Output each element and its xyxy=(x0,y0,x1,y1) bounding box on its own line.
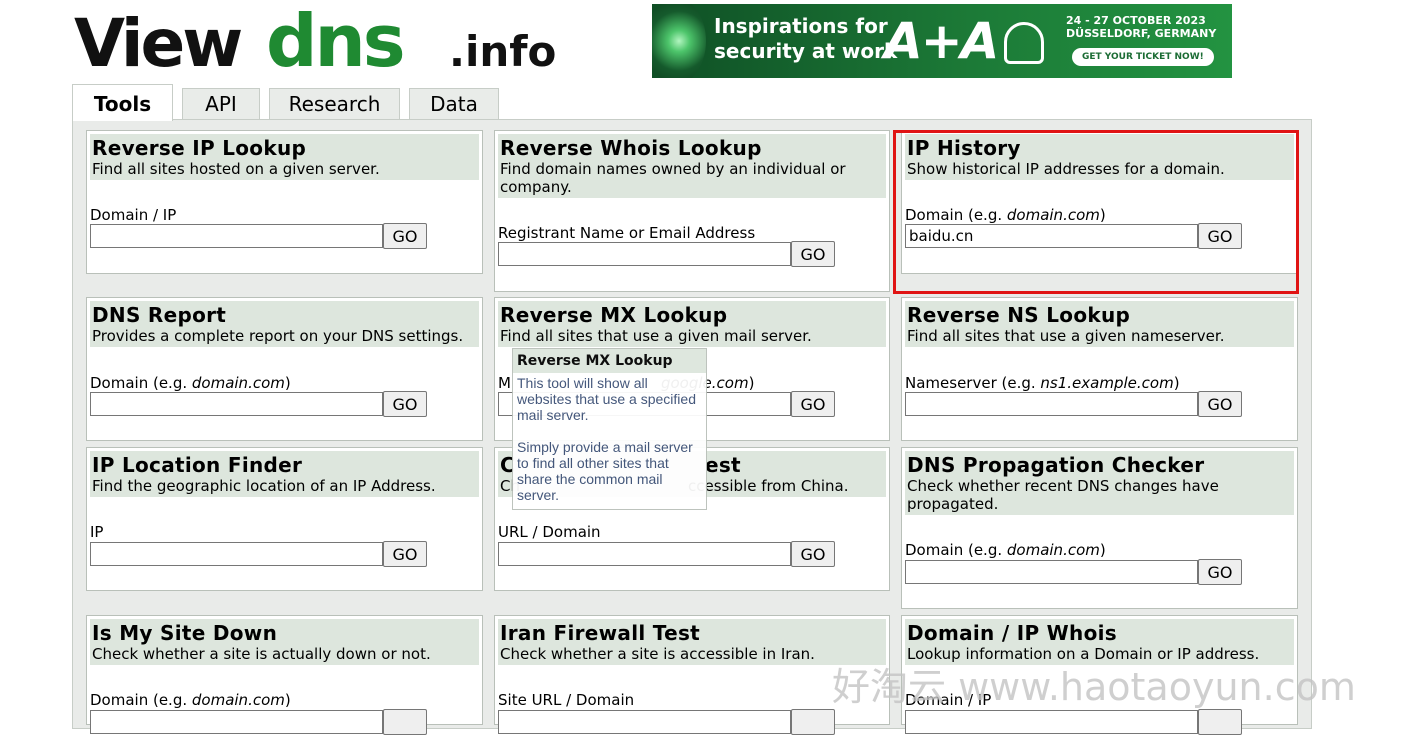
card-title: IP History xyxy=(907,136,1021,160)
ip-input[interactable] xyxy=(90,542,383,566)
card-title: Iran Firewall Test xyxy=(500,621,701,645)
field-label: Registrant Name or Email Address xyxy=(498,224,756,242)
card-domain-ip-whois: Domain / IP Whois Lookup information on … xyxy=(901,615,1298,735)
go-button[interactable]: GO xyxy=(1198,391,1242,417)
card-header: Reverse MX Lookup Find all sites that us… xyxy=(498,301,886,347)
card-description: Find the geographic location of an IP Ad… xyxy=(92,477,436,495)
go-button[interactable]: GO xyxy=(791,391,835,417)
go-button[interactable]: GO xyxy=(791,541,835,567)
card-description: Check whether a site is actually down or… xyxy=(92,645,431,663)
registrant-input[interactable] xyxy=(498,242,791,266)
card-title: Reverse NS Lookup xyxy=(907,303,1131,327)
ad-date-line2: DÜSSELDORF, GERMANY xyxy=(1066,27,1217,40)
logo-dns-text: dns xyxy=(266,8,403,78)
card-dns-report: DNS Report Provides a complete report on… xyxy=(86,297,483,441)
card-title: Reverse IP Lookup xyxy=(92,136,307,160)
card-header: Reverse NS Lookup Find all sites that us… xyxy=(905,301,1294,347)
field-label: Domain / IP xyxy=(90,206,177,224)
domain-input[interactable] xyxy=(905,224,1198,248)
ad-headline-line1: Inspirations for xyxy=(714,14,888,38)
ad-eye-graphic xyxy=(652,4,706,78)
tooltip-body: This tool will show all websites that us… xyxy=(513,373,706,521)
ad-face-icon xyxy=(1004,22,1044,64)
card-title: Is My Site Down xyxy=(92,621,278,645)
field-label: Domain (e.g. domain.com) xyxy=(90,374,291,392)
site-logo[interactable]: View dns .info xyxy=(74,0,574,83)
field-label: IP xyxy=(90,523,104,541)
field-label: URL / Domain xyxy=(498,523,601,541)
go-button[interactable]: GO xyxy=(383,391,427,417)
card-header: Is My Site Down Check whether a site is … xyxy=(90,619,479,665)
field-label: Nameserver (e.g. ns1.example.com) xyxy=(905,374,1180,392)
go-button[interactable]: GO xyxy=(791,241,835,267)
viewdns-logo-graphic: View dns .info xyxy=(74,0,556,83)
domain-ip-input[interactable] xyxy=(90,224,383,248)
tab-research[interactable]: Research xyxy=(269,88,400,120)
card-description: Check whether recent DNS changes have pr… xyxy=(907,477,1219,513)
card-header: IP Location Finder Find the geographic l… xyxy=(90,451,479,497)
field-label: Domain (e.g. domain.com) xyxy=(90,691,291,709)
card-reverse-ns-lookup: Reverse NS Lookup Find all sites that us… xyxy=(901,297,1298,441)
ad-ticket-button[interactable]: GET YOUR TICKET NOW! xyxy=(1072,48,1214,66)
card-ip-history: IP History Show historical IP addresses … xyxy=(901,130,1298,274)
card-reverse-ip-lookup: Reverse IP Lookup Find all sites hosted … xyxy=(86,130,483,274)
go-button[interactable] xyxy=(1198,709,1242,735)
domain-input[interactable] xyxy=(905,560,1198,584)
tooltip-paragraph: Simply provide a mail server to find all… xyxy=(517,439,693,503)
go-button[interactable]: GO xyxy=(383,541,427,567)
card-description: Find domain names owned by an individual… xyxy=(500,160,846,196)
card-header: Iran Firewall Test Check whether a site … xyxy=(498,619,886,665)
card-reverse-whois-lookup: Reverse Whois Lookup Find domain names o… xyxy=(494,130,890,292)
tab-data[interactable]: Data xyxy=(409,88,499,120)
ad-date: 24 - 27 OCTOBER 2023 DÜSSELDORF, GERMANY xyxy=(1066,14,1216,40)
tab-tools[interactable]: Tools xyxy=(72,84,173,121)
card-header: DNS Propagation Checker Check whether re… xyxy=(905,451,1294,515)
go-button[interactable]: GO xyxy=(383,223,427,249)
url-domain-input[interactable] xyxy=(498,542,791,566)
logo-view-text: View xyxy=(74,8,241,78)
card-title: Reverse MX Lookup xyxy=(500,303,728,327)
field-label: Domain (e.g. domain.com) xyxy=(905,206,1106,224)
go-button[interactable]: GO xyxy=(1198,223,1242,249)
tab-api[interactable]: API xyxy=(182,88,260,120)
card-header: IP History Show historical IP addresses … xyxy=(905,134,1294,180)
card-ip-location-finder: IP Location Finder Find the geographic l… xyxy=(86,447,483,591)
card-header: Domain / IP Whois Lookup information on … xyxy=(905,619,1294,665)
card-description: Find all sites hosted on a given server. xyxy=(92,160,380,178)
logo-info-text: .info xyxy=(449,27,556,76)
ad-date-line1: 24 - 27 OCTOBER 2023 xyxy=(1066,14,1206,27)
ad-headline-line2: security at work xyxy=(714,39,898,63)
card-description: Check whether a site is accessible in Ir… xyxy=(500,645,815,663)
card-is-my-site-down: Is My Site Down Check whether a site is … xyxy=(86,615,483,735)
card-description: Show historical IP addresses for a domai… xyxy=(907,160,1225,178)
card-description: Lookup information on a Domain or IP add… xyxy=(907,645,1260,663)
card-header: Reverse IP Lookup Find all sites hosted … xyxy=(90,134,479,180)
go-button[interactable] xyxy=(383,709,427,735)
go-button[interactable]: GO xyxy=(1198,559,1242,585)
domain-input[interactable] xyxy=(90,392,383,416)
card-description: Provides a complete report on your DNS s… xyxy=(92,327,464,345)
card-header: DNS Report Provides a complete report on… xyxy=(90,301,479,347)
card-iran-firewall-test: Iran Firewall Test Check whether a site … xyxy=(494,615,890,735)
card-description: Find all sites that use a given nameserv… xyxy=(907,327,1225,345)
card-dns-propagation-checker: DNS Propagation Checker Check whether re… xyxy=(901,447,1298,609)
card-title: DNS Propagation Checker xyxy=(907,453,1205,477)
card-title: Reverse Whois Lookup xyxy=(500,136,762,160)
go-button[interactable] xyxy=(791,709,835,735)
ad-headline: Inspirations for security at work xyxy=(714,14,897,64)
card-title: Domain / IP Whois xyxy=(907,621,1117,645)
ad-brand: A+A xyxy=(884,12,999,70)
field-label: Domain / IP xyxy=(905,691,992,709)
card-description: Find all sites that use a given mail ser… xyxy=(500,327,812,345)
tooltip-title: Reverse MX Lookup xyxy=(513,349,706,373)
card-title: DNS Report xyxy=(92,303,227,327)
field-label: Site URL / Domain xyxy=(498,691,635,709)
card-header: Reverse Whois Lookup Find domain names o… xyxy=(498,134,886,198)
ad-banner[interactable]: Inspirations for security at work A+A 24… xyxy=(652,4,1232,78)
card-title: IP Location Finder xyxy=(92,453,303,477)
reverse-mx-tooltip: Reverse MX Lookup This tool will show al… xyxy=(512,348,707,510)
nameserver-input[interactable] xyxy=(905,392,1198,416)
field-label: Domain (e.g. domain.com) xyxy=(905,541,1106,559)
tooltip-paragraph: This tool will show all websites that us… xyxy=(517,375,696,423)
